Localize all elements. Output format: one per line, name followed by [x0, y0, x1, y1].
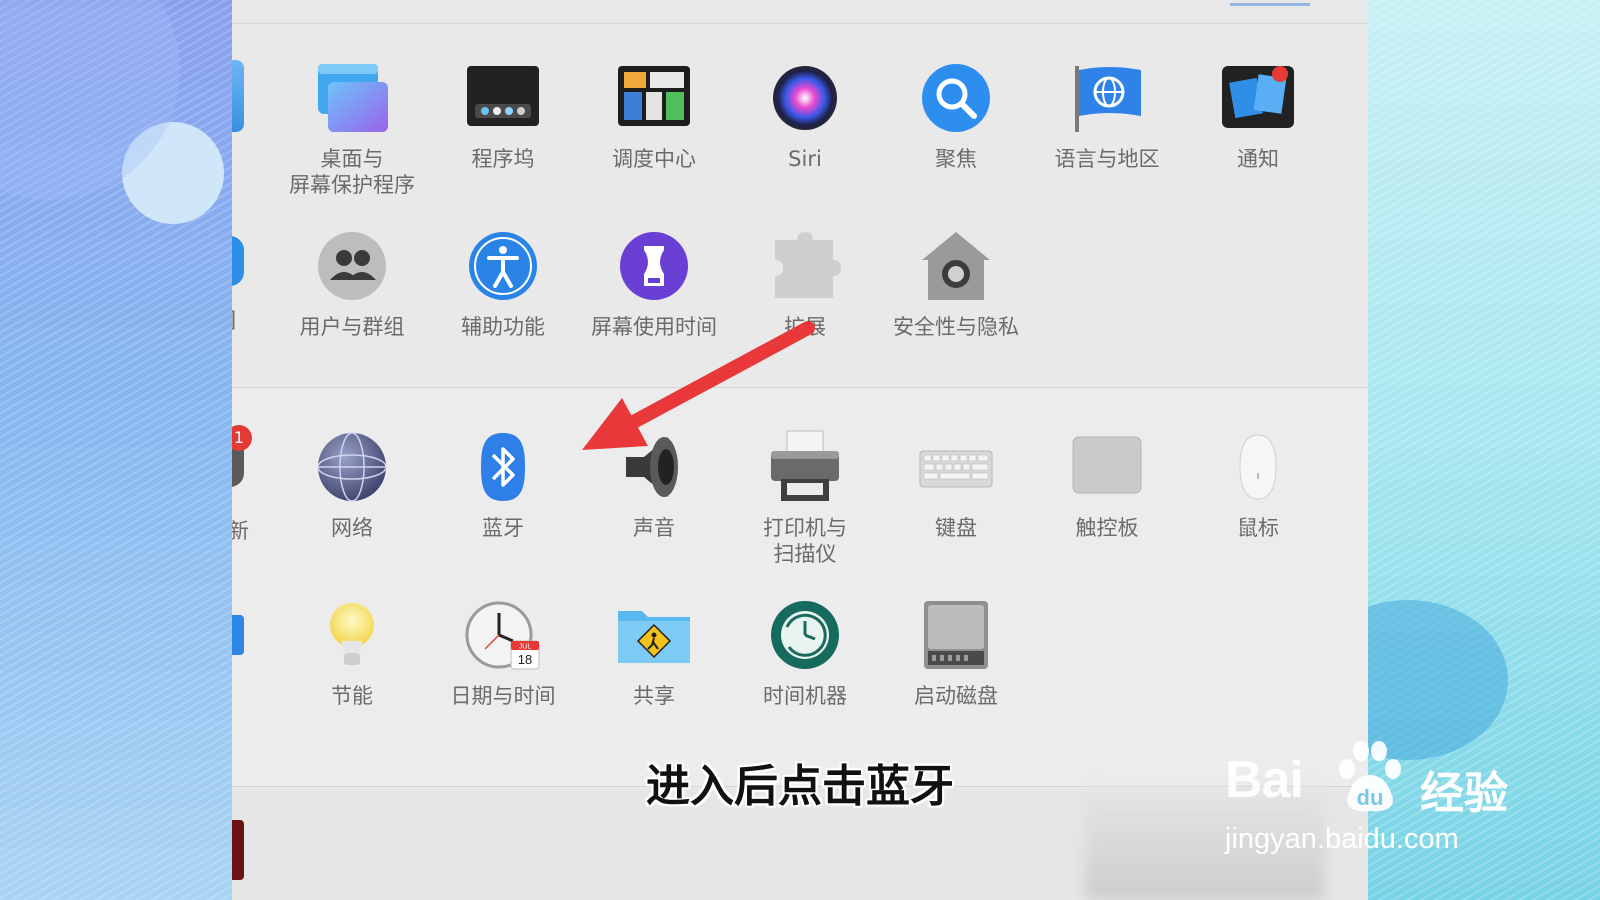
pref-label: 用户与群组 — [299, 315, 405, 339]
pref-label: 声音 — [633, 516, 675, 540]
mission-control-icon — [616, 60, 692, 136]
pref-label: 安全性与隐私 — [893, 315, 1019, 339]
pref-sharing[interactable]: 共享 — [579, 597, 729, 709]
pref-siri[interactable]: Siri — [730, 60, 880, 172]
pref-mission-control[interactable]: 调度中心 — [579, 60, 729, 172]
pref-label: Siri — [788, 147, 822, 171]
language-region-icon — [1069, 60, 1145, 136]
pref-label: 触控板 — [1075, 516, 1139, 540]
users-groups-icon — [314, 228, 390, 304]
notifications-icon — [1220, 60, 1296, 136]
pref-security-privacy[interactable]: 安全性与隐私 — [881, 228, 1031, 340]
pref-label: 通知 — [1237, 147, 1279, 171]
pref-label: 打印机与 扫描仪 — [763, 516, 847, 566]
desktop-screensaver-icon — [314, 60, 390, 136]
pref-desktop-screensaver[interactable]: 桌面与 屏幕保护程序 — [277, 60, 427, 198]
pref-printer-scanner[interactable]: 打印机与 扫描仪 — [730, 429, 880, 567]
pref-label: 时间机器 — [763, 684, 847, 708]
pref-label: 节能 — [331, 684, 373, 708]
pref-bluetooth[interactable]: 蓝牙 — [428, 429, 578, 541]
pref-language-region[interactable]: 语言与地区 — [1032, 60, 1182, 172]
partial-label-row3: 新 — [232, 519, 249, 543]
watermark-url: jingyan.baidu.com — [1225, 823, 1459, 855]
pref-trackpad[interactable]: 触控板 — [1032, 429, 1182, 541]
time-machine-icon — [767, 597, 843, 673]
dock-icon — [465, 60, 541, 136]
accessibility-icon — [465, 228, 541, 304]
pref-time-machine[interactable]: 时间机器 — [730, 597, 880, 709]
calendar-month: JUL — [519, 644, 532, 651]
pref-label: 蓝牙 — [482, 516, 524, 540]
partial-icon-row1[interactable] — [232, 60, 244, 132]
pref-label: 键盘 — [935, 516, 977, 540]
pref-label: 启动磁盘 — [914, 684, 998, 708]
sound-icon — [616, 429, 692, 505]
pref-screen-time[interactable]: 屏幕使用时间 — [579, 228, 729, 340]
mouse-icon — [1220, 429, 1296, 505]
bluetooth-icon — [465, 429, 541, 505]
trackpad-icon — [1069, 429, 1145, 505]
pref-accessibility[interactable]: 辅助功能 — [428, 228, 578, 340]
pref-notifications[interactable]: 通知 — [1183, 60, 1333, 172]
pref-label: 扩展 — [784, 315, 826, 339]
partial-badge: 1 — [232, 425, 252, 451]
pref-label: 屏幕使用时间 — [591, 315, 717, 339]
paw-icon: du — [1339, 741, 1401, 812]
partial-icon-row4[interactable] — [232, 615, 244, 655]
watermark-jingyan: 经验 — [1420, 768, 1508, 819]
screen-time-icon — [616, 228, 692, 304]
pref-label: 语言与地区 — [1054, 147, 1160, 171]
pref-startup-disk[interactable]: 启动磁盘 — [881, 597, 1031, 709]
siri-icon — [767, 60, 843, 136]
preferences-section-hardware: 1 新 J 网络 蓝牙 — [232, 389, 1368, 787]
pref-label: 程序坞 — [471, 147, 535, 171]
pref-label: 桌面与 屏幕保护程序 — [289, 147, 415, 197]
pref-label: 调度中心 — [612, 147, 696, 171]
security-privacy-icon — [918, 228, 994, 304]
spotlight-icon — [918, 60, 994, 136]
watermark-brand: Bai — [1225, 751, 1304, 809]
energy-saver-icon — [314, 597, 390, 673]
partial-label-row2: ] — [232, 308, 236, 332]
pref-label: 网络 — [331, 516, 373, 540]
network-icon — [314, 429, 390, 505]
pref-mouse[interactable]: 鼠标 — [1183, 429, 1333, 541]
toolbar — [232, 0, 1368, 24]
calendar-day: 18 — [518, 652, 532, 667]
pref-label: 鼠标 — [1237, 516, 1279, 540]
pref-users-groups[interactable]: 用户与群组 — [277, 228, 427, 340]
startup-disk-icon — [918, 597, 994, 673]
toolbar-link[interactable] — [1230, 0, 1310, 6]
pref-label: 共享 — [633, 684, 675, 708]
partial-icon-row5[interactable] — [232, 820, 244, 880]
date-time-icon: JUL 18 — [465, 597, 541, 673]
pref-network[interactable]: 网络 — [277, 429, 427, 541]
pref-spotlight[interactable]: 聚焦 — [881, 60, 1031, 172]
pref-label: 辅助功能 — [461, 315, 545, 339]
extensions-icon — [767, 228, 843, 304]
pref-keyboard[interactable]: 键盘 — [881, 429, 1031, 541]
pref-dock[interactable]: 程序坞 — [428, 60, 578, 172]
baidu-watermark: Bai du 经验 jingyan.baidu.com — [1225, 735, 1525, 865]
printer-scanner-icon — [767, 429, 843, 505]
pref-date-time[interactable]: JUL 18 日期与时间 — [428, 597, 578, 709]
sharing-icon — [616, 597, 692, 673]
pref-energy-saver[interactable]: 节能 — [277, 597, 427, 709]
svg-text:du: du — [1357, 785, 1384, 810]
pref-label: 日期与时间 — [450, 684, 556, 708]
preferences-section-personal: ] 桌面与 屏幕保护程序 — [232, 24, 1368, 388]
pref-sound[interactable]: 声音 — [579, 429, 729, 541]
pref-label: 聚焦 — [935, 147, 977, 171]
pref-extensions[interactable]: 扩展 — [730, 228, 880, 340]
partial-icon-row2[interactable] — [232, 236, 244, 286]
keyboard-icon — [918, 429, 994, 505]
